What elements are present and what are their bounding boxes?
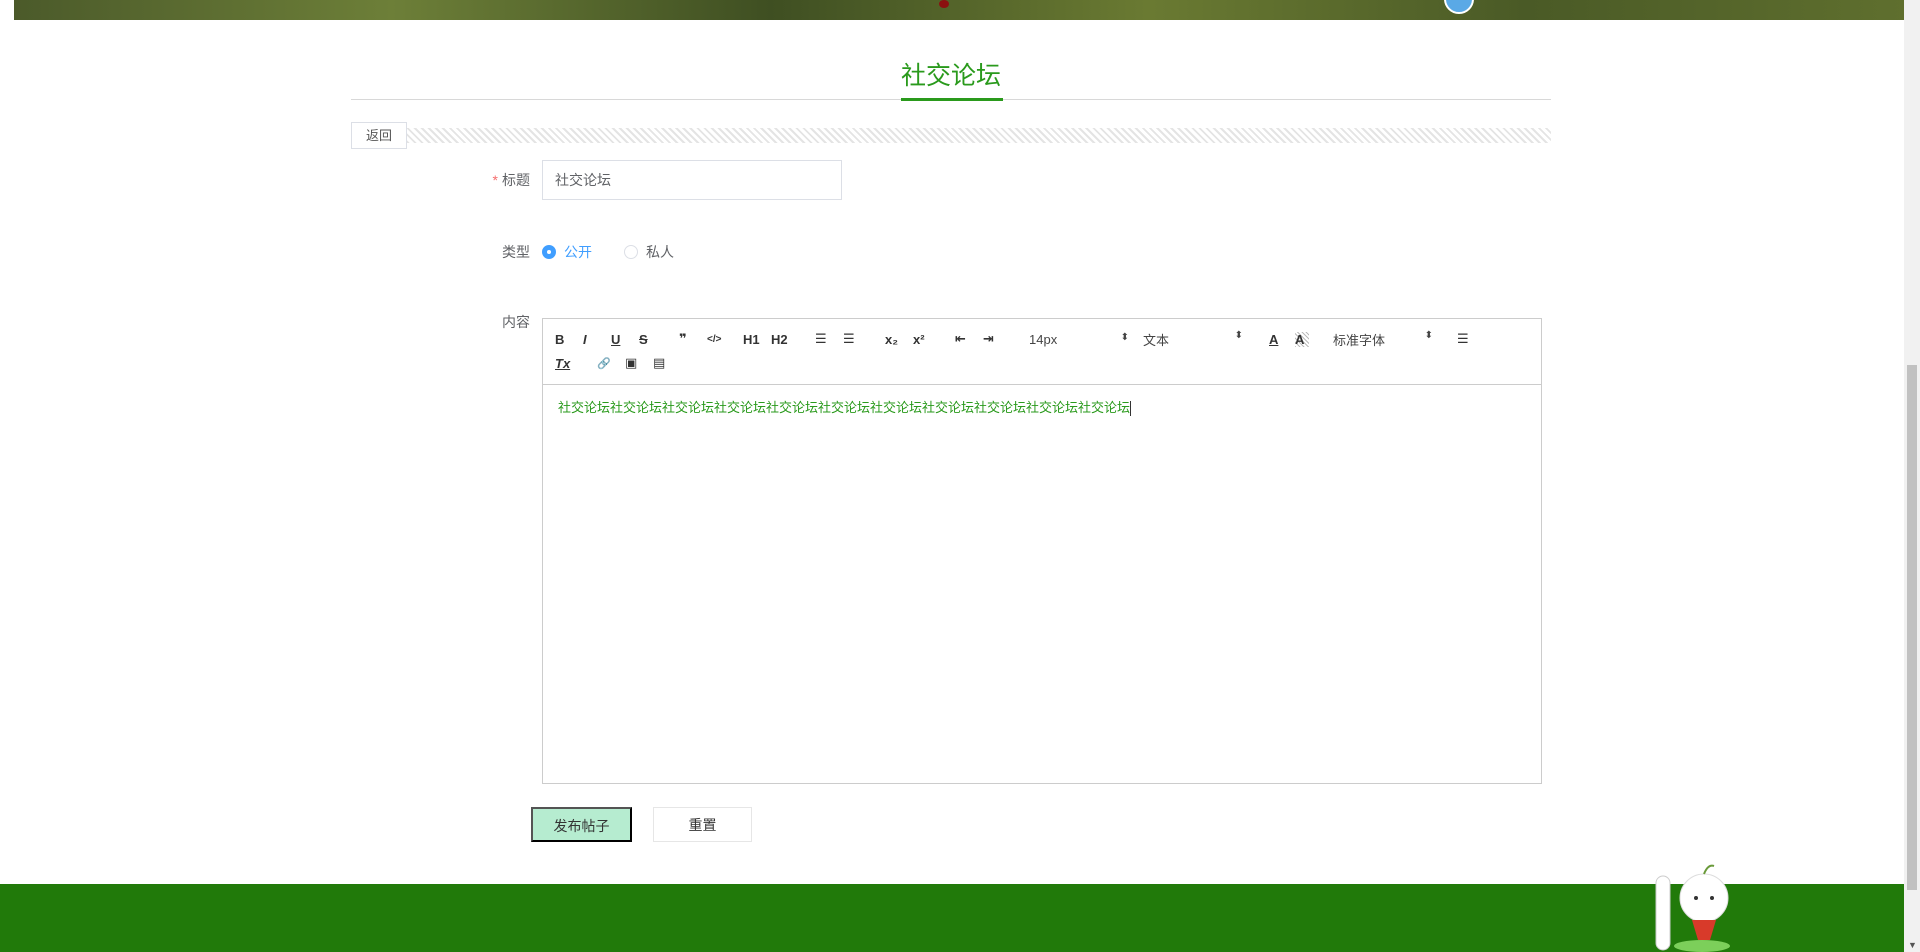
footer [0,884,1904,952]
rich-text-editor: B I U S ❞ </> H1 H2 ☰ ☰ x₂ x² ⇤ ⇥ 14px ⬍ … [542,318,1542,784]
title-label-text: 标题 [502,172,530,188]
required-mark: * [492,172,498,188]
header-banner [14,0,1904,20]
page-title: 社交论坛 [900,62,1001,90]
align-icon[interactable]: ☰ [1457,331,1485,347]
select-arrows-icon: ⬍ [1424,329,1433,341]
background-color-icon[interactable]: A [1295,331,1309,347]
banner-decoration [939,0,949,8]
title-input[interactable]: 社交论坛 [542,160,842,200]
select-arrows-icon: ⬍ [1234,329,1243,341]
font-family-value: 标准字体 [1333,332,1386,348]
strike-button[interactable]: S [639,332,679,347]
editor-text: 社交论坛社交论坛社交论坛社交论坛社交论坛社交论坛社交论坛社交论坛社交论坛社交论坛… [558,400,1131,415]
select-arrows-icon: ⬍ [1120,331,1129,343]
radio-private-label: 私人 [646,244,674,260]
type-label: 类型 [502,244,530,260]
link-icon[interactable]: 🔗 [597,357,625,370]
superscript-button[interactable]: x² [913,332,955,347]
subscript-button[interactable]: x₂ [885,332,913,347]
outdent-icon[interactable]: ⇤ [955,331,983,347]
indent-icon[interactable]: ⇥ [983,331,1029,347]
banner-avatar[interactable] [1444,0,1474,14]
editor-content[interactable]: 社交论坛社交论坛社交论坛社交论坛社交论坛社交论坛社交论坛社交论坛社交论坛社交论坛… [543,385,1541,428]
mascot-illustration [1655,864,1730,952]
page-scrollbar[interactable]: ▼ [1904,0,1920,952]
radio-circle-checked[interactable] [542,245,556,259]
editor-toolbar: B I U S ❞ </> H1 H2 ☰ ☰ x₂ x² ⇤ ⇥ 14px ⬍ … [543,319,1541,385]
radio-private[interactable]: 私人 [624,242,674,262]
scroll-down-icon[interactable]: ▼ [1908,940,1917,950]
reset-button[interactable]: 重置 [653,807,752,842]
video-icon[interactable]: ▤ [653,355,681,371]
radio-public[interactable]: 公开 [542,242,592,262]
font-color-icon[interactable]: A [1269,332,1295,347]
title-underline [901,98,1003,101]
clean-format-icon[interactable]: Tx [555,356,597,371]
submit-post-button[interactable]: 发布帖子 [531,807,632,842]
italic-button[interactable]: I [583,332,611,347]
code-button[interactable]: </> [707,334,743,345]
content-label: 内容 [502,314,530,330]
underline-button[interactable]: U [611,332,639,347]
font-size-value: 14px [1029,331,1058,347]
radio-public-label: 公开 [564,244,592,260]
h1-button[interactable]: H1 [743,332,771,347]
radio-circle[interactable] [624,245,638,259]
blockquote-button[interactable]: ❞ [679,331,707,347]
back-button[interactable]: 返回 [351,122,407,149]
ordered-list-icon[interactable]: ☰ [815,331,843,347]
striped-divider [407,128,1551,143]
scrollbar-thumb[interactable] [1907,365,1917,890]
title-label: * 标题 [450,170,530,190]
font-size-select[interactable]: 14px ⬍ [1029,332,1129,347]
header-value: 文本 [1143,332,1170,348]
h2-button[interactable]: H2 [771,332,815,347]
header-select[interactable]: 文本 ⬍ [1143,330,1243,349]
bullet-list-icon[interactable]: ☰ [843,331,885,347]
image-icon[interactable]: ▣ [625,355,653,371]
font-family-select[interactable]: 标准字体 ⬍ [1333,330,1433,349]
bold-button[interactable]: B [555,332,583,347]
text-cursor [1130,401,1132,417]
